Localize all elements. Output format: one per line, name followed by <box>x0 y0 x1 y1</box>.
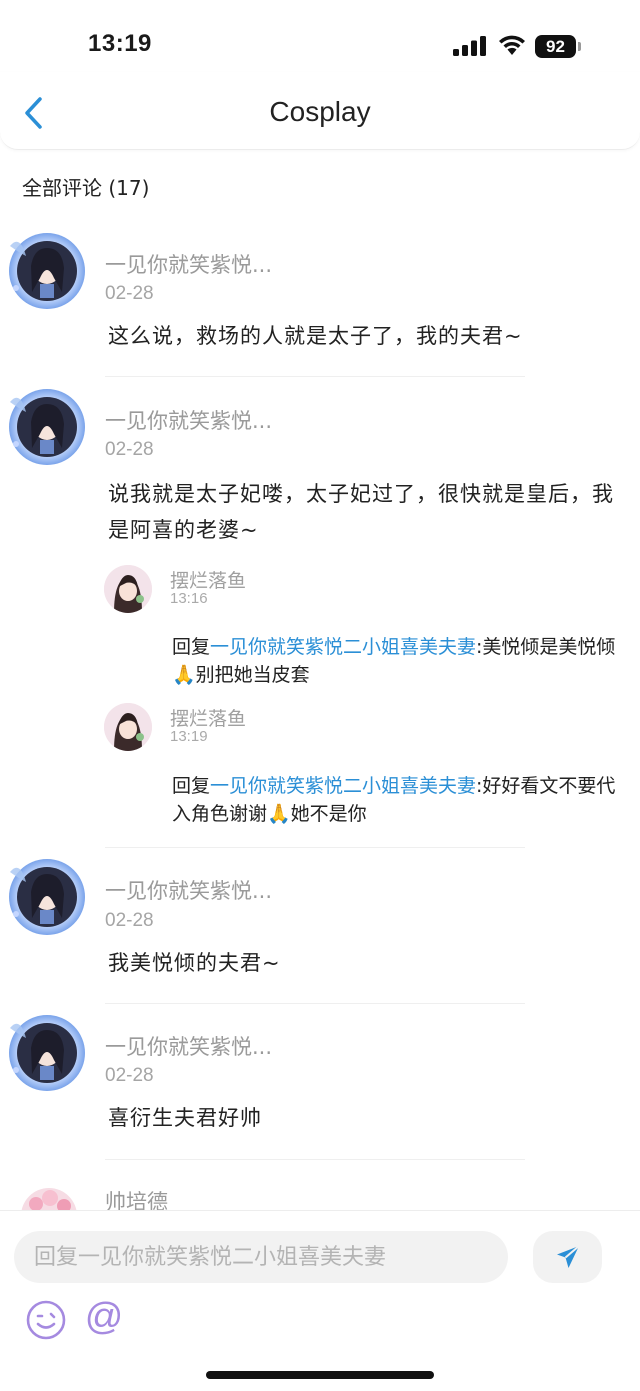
battery-cap <box>578 42 581 51</box>
send-button[interactable] <box>533 1231 602 1283</box>
comment-text: 这么说，救场的人就是太子了，我的夫君~ <box>108 324 523 348</box>
wifi-icon <box>499 35 525 55</box>
reply-time: 13:19 <box>170 728 208 745</box>
reply-target-link[interactable]: 一见你就笑紫悦二小姐喜美夫妻 <box>210 775 476 797</box>
reply-prefix: 回复 <box>172 636 211 658</box>
battery-indicator: 92 <box>535 35 581 58</box>
avatar[interactable] <box>4 1008 90 1094</box>
reply-input[interactable] <box>14 1231 508 1283</box>
comment-text: 说我就是太子妃喽，太子妃过了，很快就是皇后，我是阿喜的老婆~ <box>108 482 614 542</box>
mention-button[interactable]: @ <box>82 1295 126 1339</box>
reply-author[interactable]: 摆烂落鱼 <box>170 566 246 593</box>
comment-date: 02-28 <box>105 283 154 304</box>
reply-time: 13:16 <box>170 590 208 607</box>
smiley-icon[interactable] <box>25 1299 67 1341</box>
comment-date: 02-28 <box>105 1065 154 1086</box>
comment-author[interactable]: 一见你就笑紫悦... <box>105 875 272 905</box>
comment-text: 我美悦倾的夫君~ <box>108 951 281 975</box>
comment-author[interactable]: 一见你就笑紫悦... <box>105 249 272 279</box>
comments-heading: 全部评论 (17) <box>22 176 150 200</box>
status-time: 13:19 <box>88 30 152 57</box>
divider <box>105 1159 525 1160</box>
divider <box>105 376 525 377</box>
cellular-signal-icon <box>453 36 486 56</box>
divider <box>105 1003 525 1004</box>
comment-author[interactable]: 一见你就笑紫悦... <box>105 405 272 435</box>
reply-author[interactable]: 摆烂落鱼 <box>170 704 246 731</box>
comment-author[interactable]: 一见你就笑紫悦... <box>105 1031 272 1061</box>
avatar[interactable] <box>4 852 90 938</box>
nav-bar: Cosplay <box>0 72 640 150</box>
avatar[interactable] <box>4 226 90 312</box>
comment-text: 喜衍生夫君好帅 <box>108 1106 262 1130</box>
comment-date: 02-28 <box>105 439 154 460</box>
battery-level: 92 <box>535 35 576 58</box>
reply-text: 回复一见你就笑紫悦二小姐喜美夫妻:美悦倾是美悦倾🙏别把她当皮套 <box>172 633 627 689</box>
paper-plane-icon <box>557 1245 580 1268</box>
page-title: Cosplay <box>269 96 371 127</box>
reply-input-bar: @ <box>0 1210 640 1391</box>
comment-date: 02-28 <box>105 910 154 931</box>
avatar[interactable] <box>4 382 90 468</box>
reply-prefix: 回复 <box>172 775 211 797</box>
divider <box>105 847 525 848</box>
reply-target-link[interactable]: 一见你就笑紫悦二小姐喜美夫妻 <box>210 636 476 658</box>
reply-avatar[interactable] <box>104 703 152 751</box>
reply-text: 回复一见你就笑紫悦二小姐喜美夫妻:好好看文不要代入角色谢谢🙏她不是你 <box>172 772 627 828</box>
reply-avatar[interactable] <box>104 565 152 613</box>
home-indicator <box>206 1371 434 1379</box>
